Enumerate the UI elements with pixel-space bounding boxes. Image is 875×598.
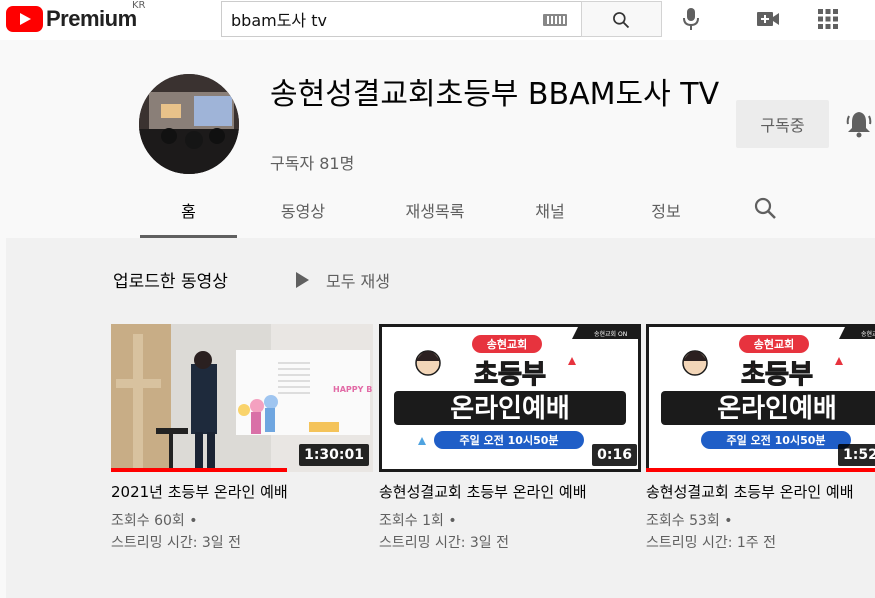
tab-label: 채널: [535, 202, 565, 221]
stream-time: 스트리밍 시간: 3일 전: [379, 535, 510, 551]
video-card[interactable]: HAPPY BIRTHDAY 1:30:01 2021년 초등부 온라인 예배 …: [111, 324, 373, 554]
view-count: 조회수 1회 •: [379, 513, 457, 529]
search-icon: [754, 197, 776, 219]
channel-content: 업로드한 동영상 모두 재생 HAPPY BIRTHDAY: [6, 238, 875, 598]
subscribed-button[interactable]: 구독중: [736, 100, 829, 148]
video-thumbnail[interactable]: 송현교회 ON 송현교회 초등부 온라인예배 주일 오전 10시50분 1:52: [646, 324, 875, 472]
apps-grid-icon[interactable]: [818, 9, 838, 29]
video-card[interactable]: 송현교회 ON 송현교회 초등부 온라인예배 주일 오전 10시50분 1:52…: [646, 324, 875, 554]
video-meta: 조회수 1회 • 스트리밍 시간: 3일 전: [379, 510, 641, 554]
thumbnail-church-name: 송현교회: [487, 337, 527, 351]
play-icon: [296, 272, 309, 288]
channel-tabs: 홈 동영상 재생목록 채널 정보: [140, 194, 797, 238]
stream-time: 스트리밍 시간: 1주 전: [646, 535, 777, 551]
video-thumbnail[interactable]: HAPPY BIRTHDAY 1:30:01: [111, 324, 373, 472]
tab-videos[interactable]: 동영상: [237, 194, 369, 238]
logo-region: KR: [132, 0, 146, 11]
thumbnail-banner-text: HAPPY BIRTHDAY: [333, 385, 373, 394]
thumbnail-subheading: 온라인예배: [450, 394, 570, 424]
watch-progress-bar: [646, 468, 875, 472]
top-bar: Premium KR: [0, 0, 875, 40]
logo-text: Premium: [46, 6, 137, 31]
video-duration: 1:30:01: [299, 444, 369, 466]
search-box[interactable]: [221, 1, 582, 37]
notification-bell-icon[interactable]: [846, 110, 872, 138]
tab-label: 정보: [651, 202, 681, 221]
thumbnail-church-name: 송현교회: [754, 337, 794, 351]
video-title[interactable]: 송현성결교회 초등부 온라인 예배: [379, 482, 641, 502]
channel-title: 송현성결교회초등부 BBAM도사 TV: [270, 77, 720, 112]
tab-label: 동영상: [280, 202, 326, 221]
tab-home[interactable]: 홈: [140, 194, 237, 238]
video-duration: 1:52: [838, 444, 875, 466]
tab-label: 재생목록: [405, 202, 465, 221]
video-title[interactable]: 2021년 초등부 온라인 예배: [111, 482, 373, 502]
channel-header: 송현성결교회초등부 BBAM도사 TV 구독자 81명 구독중 홈 동영상 재생…: [6, 54, 875, 238]
video-duration: 0:16: [592, 444, 637, 466]
tab-playlists[interactable]: 재생목록: [369, 194, 501, 238]
thumbnail-schedule: 주일 오전 10시50분: [460, 433, 559, 447]
create-video-icon[interactable]: [756, 10, 780, 28]
microphone-icon[interactable]: [681, 7, 701, 31]
video-card[interactable]: 송현교회 ON 송현교회 초등부 온라인예배 주일 오전 10시50분 0:16…: [379, 324, 641, 554]
subscriber-count: 구독자 81명: [270, 154, 355, 173]
video-title[interactable]: 송현성결교회 초등부 온라인 예배: [646, 482, 875, 502]
video-thumbnail[interactable]: 송현교회 ON 송현교회 초등부 온라인예배 주일 오전 10시50분 0:16: [379, 324, 641, 472]
view-count: 조회수 53회 •: [646, 513, 733, 529]
play-all-button[interactable]: 모두 재생: [296, 268, 390, 292]
video-meta: 조회수 60회 • 스트리밍 시간: 3일 전: [111, 510, 373, 554]
search-icon: [613, 12, 630, 29]
stream-time: 스트리밍 시간: 3일 전: [111, 535, 242, 551]
thumbnail-heading: 초등부: [741, 360, 813, 390]
youtube-premium-logo[interactable]: Premium: [6, 6, 137, 32]
thumbnail-badge: 송현교회 ON: [861, 330, 875, 338]
keyboard-icon[interactable]: [543, 14, 567, 26]
view-count: 조회수 60회 •: [111, 513, 198, 529]
channel-avatar[interactable]: [139, 74, 239, 174]
section-title[interactable]: 업로드한 동영상: [113, 267, 228, 292]
search-button[interactable]: [581, 1, 662, 37]
video-meta: 조회수 53회 • 스트리밍 시간: 1주 전: [646, 510, 875, 554]
thumbnail-schedule: 주일 오전 10시50분: [727, 433, 826, 447]
tab-label: 홈: [181, 202, 196, 221]
search-input[interactable]: [222, 2, 522, 36]
thumbnail-badge: 송현교회 ON: [594, 330, 627, 338]
thumbnail-heading: 초등부: [474, 360, 546, 390]
tab-channels[interactable]: 채널: [501, 194, 599, 238]
tab-search[interactable]: [733, 194, 797, 238]
avatar-image: [139, 74, 239, 174]
youtube-play-icon: [6, 6, 43, 32]
tab-about[interactable]: 정보: [599, 194, 733, 238]
play-all-label: 모두 재생: [326, 272, 390, 291]
watch-progress-bar: [111, 468, 287, 472]
thumbnail-subheading: 온라인예배: [717, 394, 837, 424]
